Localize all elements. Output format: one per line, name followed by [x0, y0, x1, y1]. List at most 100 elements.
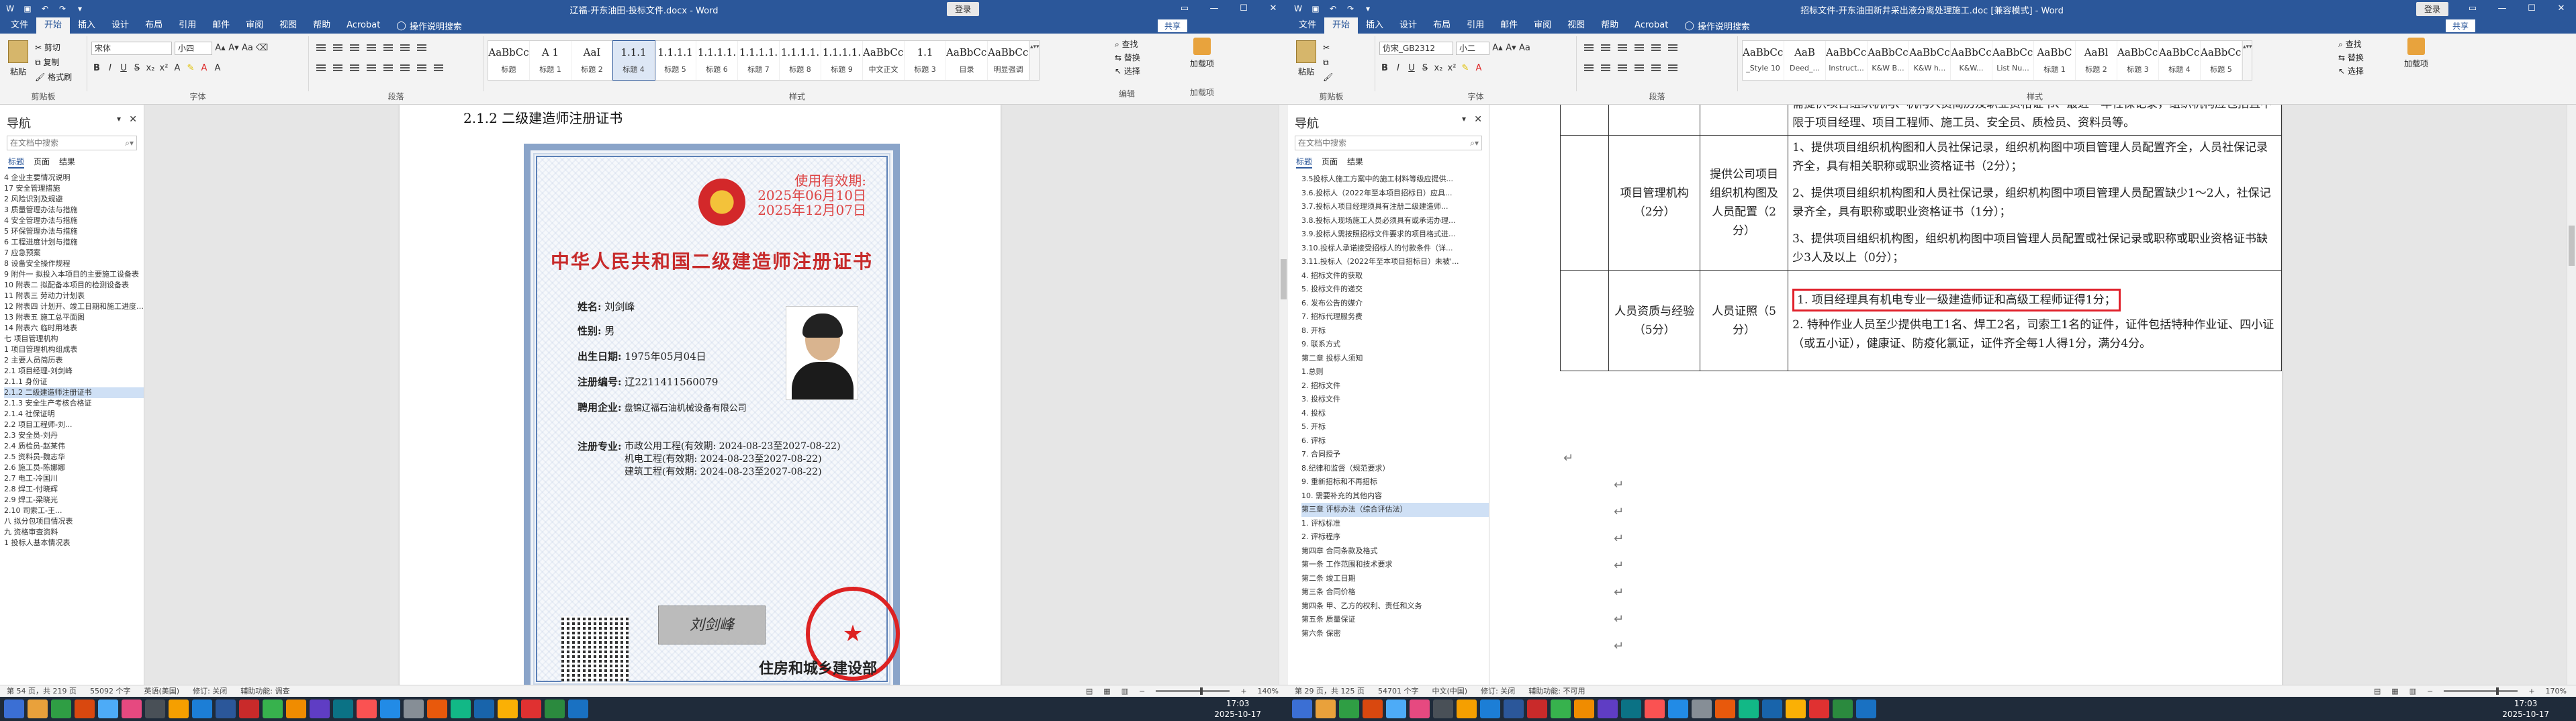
taskbar-app-icon[interactable]: [1480, 700, 1500, 718]
shrink-font-icon[interactable]: A▾: [228, 42, 239, 55]
page-count[interactable]: 第 29 页，共 125 页: [1295, 685, 1365, 697]
zoom-level[interactable]: 140%: [1258, 685, 1279, 697]
taskbar-app-icon[interactable]: [1574, 700, 1594, 718]
nav-heading-item[interactable]: 2.9 焊工-梁晓光: [4, 495, 144, 506]
nav-heading-item[interactable]: 2.8 焊工-付晓辉: [4, 484, 144, 495]
subscript-icon[interactable]: x₂: [145, 62, 156, 75]
increase-indent-icon[interactable]: [1649, 42, 1663, 54]
word-count[interactable]: 55092 个字: [90, 685, 131, 697]
nav-close-icon[interactable]: ✕: [129, 114, 137, 125]
style-gallery-item[interactable]: AaBbCcDdE Instruct...: [1826, 41, 1868, 80]
tab-insert[interactable]: 插入: [70, 17, 103, 34]
bold-icon[interactable]: B: [1379, 62, 1390, 75]
taskbar-app-icon[interactable]: [239, 700, 259, 718]
nav-heading-item[interactable]: 第四章 合同条款及格式: [1301, 544, 1489, 559]
nav-heading-item[interactable]: 14 附表六 临时用地表: [4, 323, 144, 334]
nav-heading-item[interactable]: 2.10 司索工-王...: [4, 506, 144, 516]
scroll-thumb[interactable]: [1281, 259, 1287, 299]
style-gallery-item[interactable]: AaBbCcDc 明显强调: [988, 41, 1029, 80]
vertical-scrollbar[interactable]: [1279, 105, 1288, 685]
accessibility[interactable]: 辅助功能: 调查: [240, 685, 289, 697]
align-left-icon[interactable]: [314, 62, 328, 74]
taskbar-app-icon[interactable]: [28, 700, 48, 718]
underline-icon[interactable]: U: [118, 62, 129, 75]
nav-heading-item[interactable]: 11 附表三 劳动力计划表: [4, 291, 144, 301]
nav-heading-item[interactable]: 第三章 评标办法（综合评估法）: [1301, 503, 1489, 517]
numbering-icon[interactable]: [331, 42, 344, 54]
tell-me-search[interactable]: ◯ 操作说明搜索: [388, 19, 462, 32]
style-gallery-item[interactable]: AaBl 标题 2: [2076, 41, 2117, 80]
taskbar-app-icon[interactable]: [263, 700, 283, 718]
taskbar-app-icon[interactable]: [1504, 700, 1524, 718]
taskbar-app-icon[interactable]: [1598, 700, 1618, 718]
replace-button[interactable]: ⇆ 替换: [1115, 51, 1140, 64]
tab-view[interactable]: 视图: [1559, 17, 1593, 34]
taskbar-app-icon[interactable]: [51, 700, 71, 718]
zoom-slider-knob[interactable]: [1200, 687, 1203, 695]
taskbar-app-icon[interactable]: [380, 700, 400, 718]
taskbar-app-icon[interactable]: [192, 700, 212, 718]
style-gallery-item[interactable]: 1.1.1.1. 标题 7: [738, 41, 780, 80]
print-layout-icon[interactable]: ▦: [2391, 685, 2398, 697]
nav-heading-item[interactable]: 2 主要人员简历表: [4, 355, 144, 366]
share-button[interactable]: 共享: [2445, 19, 2475, 32]
taskbar-app-icon[interactable]: [1433, 700, 1453, 718]
copy-button[interactable]: ⧉ 复制: [35, 55, 72, 70]
taskbar-app-icon[interactable]: [310, 700, 330, 718]
taskbar-app-icon[interactable]: [333, 700, 353, 718]
taskbar-app-icon[interactable]: [122, 700, 142, 718]
font-color-icon[interactable]: A: [1473, 62, 1484, 75]
nav-heading-item[interactable]: 2.2 项目工程师-刘...: [4, 420, 144, 430]
tab-mailings[interactable]: 邮件: [1492, 17, 1526, 34]
line-spacing-icon[interactable]: [1649, 62, 1663, 74]
nav-heading-item[interactable]: 5. 开标: [1301, 420, 1489, 434]
nav-heading-item[interactable]: 7. 招标代理服务费: [1301, 310, 1489, 324]
find-button[interactable]: ⌕ 查找: [1115, 38, 1140, 51]
highlight-icon[interactable]: ✎: [1460, 62, 1471, 75]
nav-heading-item[interactable]: 2.1.4 社保证明: [4, 409, 144, 420]
nav-heading-item[interactable]: 2.1.1 身份证: [4, 377, 144, 387]
nav-search-input[interactable]: 在文档中搜索 ⌕▾: [7, 136, 137, 150]
minimize-icon[interactable]: —: [2487, 0, 2517, 17]
tab-home[interactable]: 开始: [1324, 17, 1359, 34]
format-painter-button[interactable]: 🖌: [1323, 70, 1333, 85]
print-layout-icon[interactable]: ▦: [1103, 685, 1110, 697]
taskbar-app-icon[interactable]: [1668, 700, 1688, 718]
tab-file[interactable]: 文件: [3, 17, 36, 34]
nav-tab-pages[interactable]: 页面: [1322, 156, 1338, 169]
increase-indent-icon[interactable]: [381, 42, 395, 54]
nav-heading-item[interactable]: 4 企业主要情况说明: [4, 173, 144, 183]
style-gallery-item[interactable]: 1.1.1.1. 标题 9: [821, 41, 863, 80]
distributed-icon[interactable]: [381, 62, 395, 74]
page-count[interactable]: 第 54 页，共 219 页: [7, 685, 77, 697]
nav-heading-item[interactable]: 九 资格审查资料: [4, 527, 144, 538]
grow-font-icon[interactable]: A▴: [215, 42, 226, 55]
style-gallery-item[interactable]: 1.1 标题 3: [905, 41, 946, 80]
taskbar-app-icon[interactable]: [474, 700, 494, 718]
nav-heading-item[interactable]: 4. 投标: [1301, 407, 1489, 421]
nav-tab-results[interactable]: 结果: [59, 156, 75, 169]
format-painter-button[interactable]: 🖌 格式刷: [35, 70, 72, 85]
nav-heading-item[interactable]: 1. 评标标准: [1301, 517, 1489, 531]
zoom-slider-knob[interactable]: [2496, 687, 2499, 695]
tab-mailings[interactable]: 邮件: [204, 17, 238, 34]
style-gallery-item[interactable]: A 1 标题 1: [530, 41, 571, 80]
tab-design[interactable]: 设计: [1391, 17, 1425, 34]
taskbar-app-icon[interactable]: [1762, 700, 1782, 718]
taskbar-app-icon[interactable]: [1715, 700, 1735, 718]
tab-references[interactable]: 引用: [1459, 17, 1492, 34]
style-gallery-item[interactable]: AaBbCcD 标题 4: [2159, 41, 2201, 80]
zoom-level[interactable]: 170%: [2546, 685, 2567, 697]
clock[interactable]: 17:03 2025-10-17: [2502, 698, 2549, 720]
clock[interactable]: 17:03 2025-10-17: [1214, 698, 1261, 720]
nav-heading-item[interactable]: 9 附件一 拟投入本项目的主要施工设备表: [4, 269, 144, 280]
nav-heading-item[interactable]: 8. 开标: [1301, 324, 1489, 338]
nav-heading-item[interactable]: 10 附表二 拟配备本项目的检测设备表: [4, 280, 144, 291]
nav-heading-item[interactable]: 第三条 合同价格: [1301, 585, 1489, 599]
maximize-icon[interactable]: ☐: [1229, 0, 1258, 17]
style-gallery-item[interactable]: 1.1.1.1. 标题 6: [696, 41, 738, 80]
login-button[interactable]: 登录: [2416, 2, 2449, 16]
style-gallery-item[interactable]: AaBbCc 标题: [488, 41, 530, 80]
vertical-scrollbar[interactable]: [2567, 105, 2576, 685]
tab-home[interactable]: 开始: [36, 17, 71, 34]
